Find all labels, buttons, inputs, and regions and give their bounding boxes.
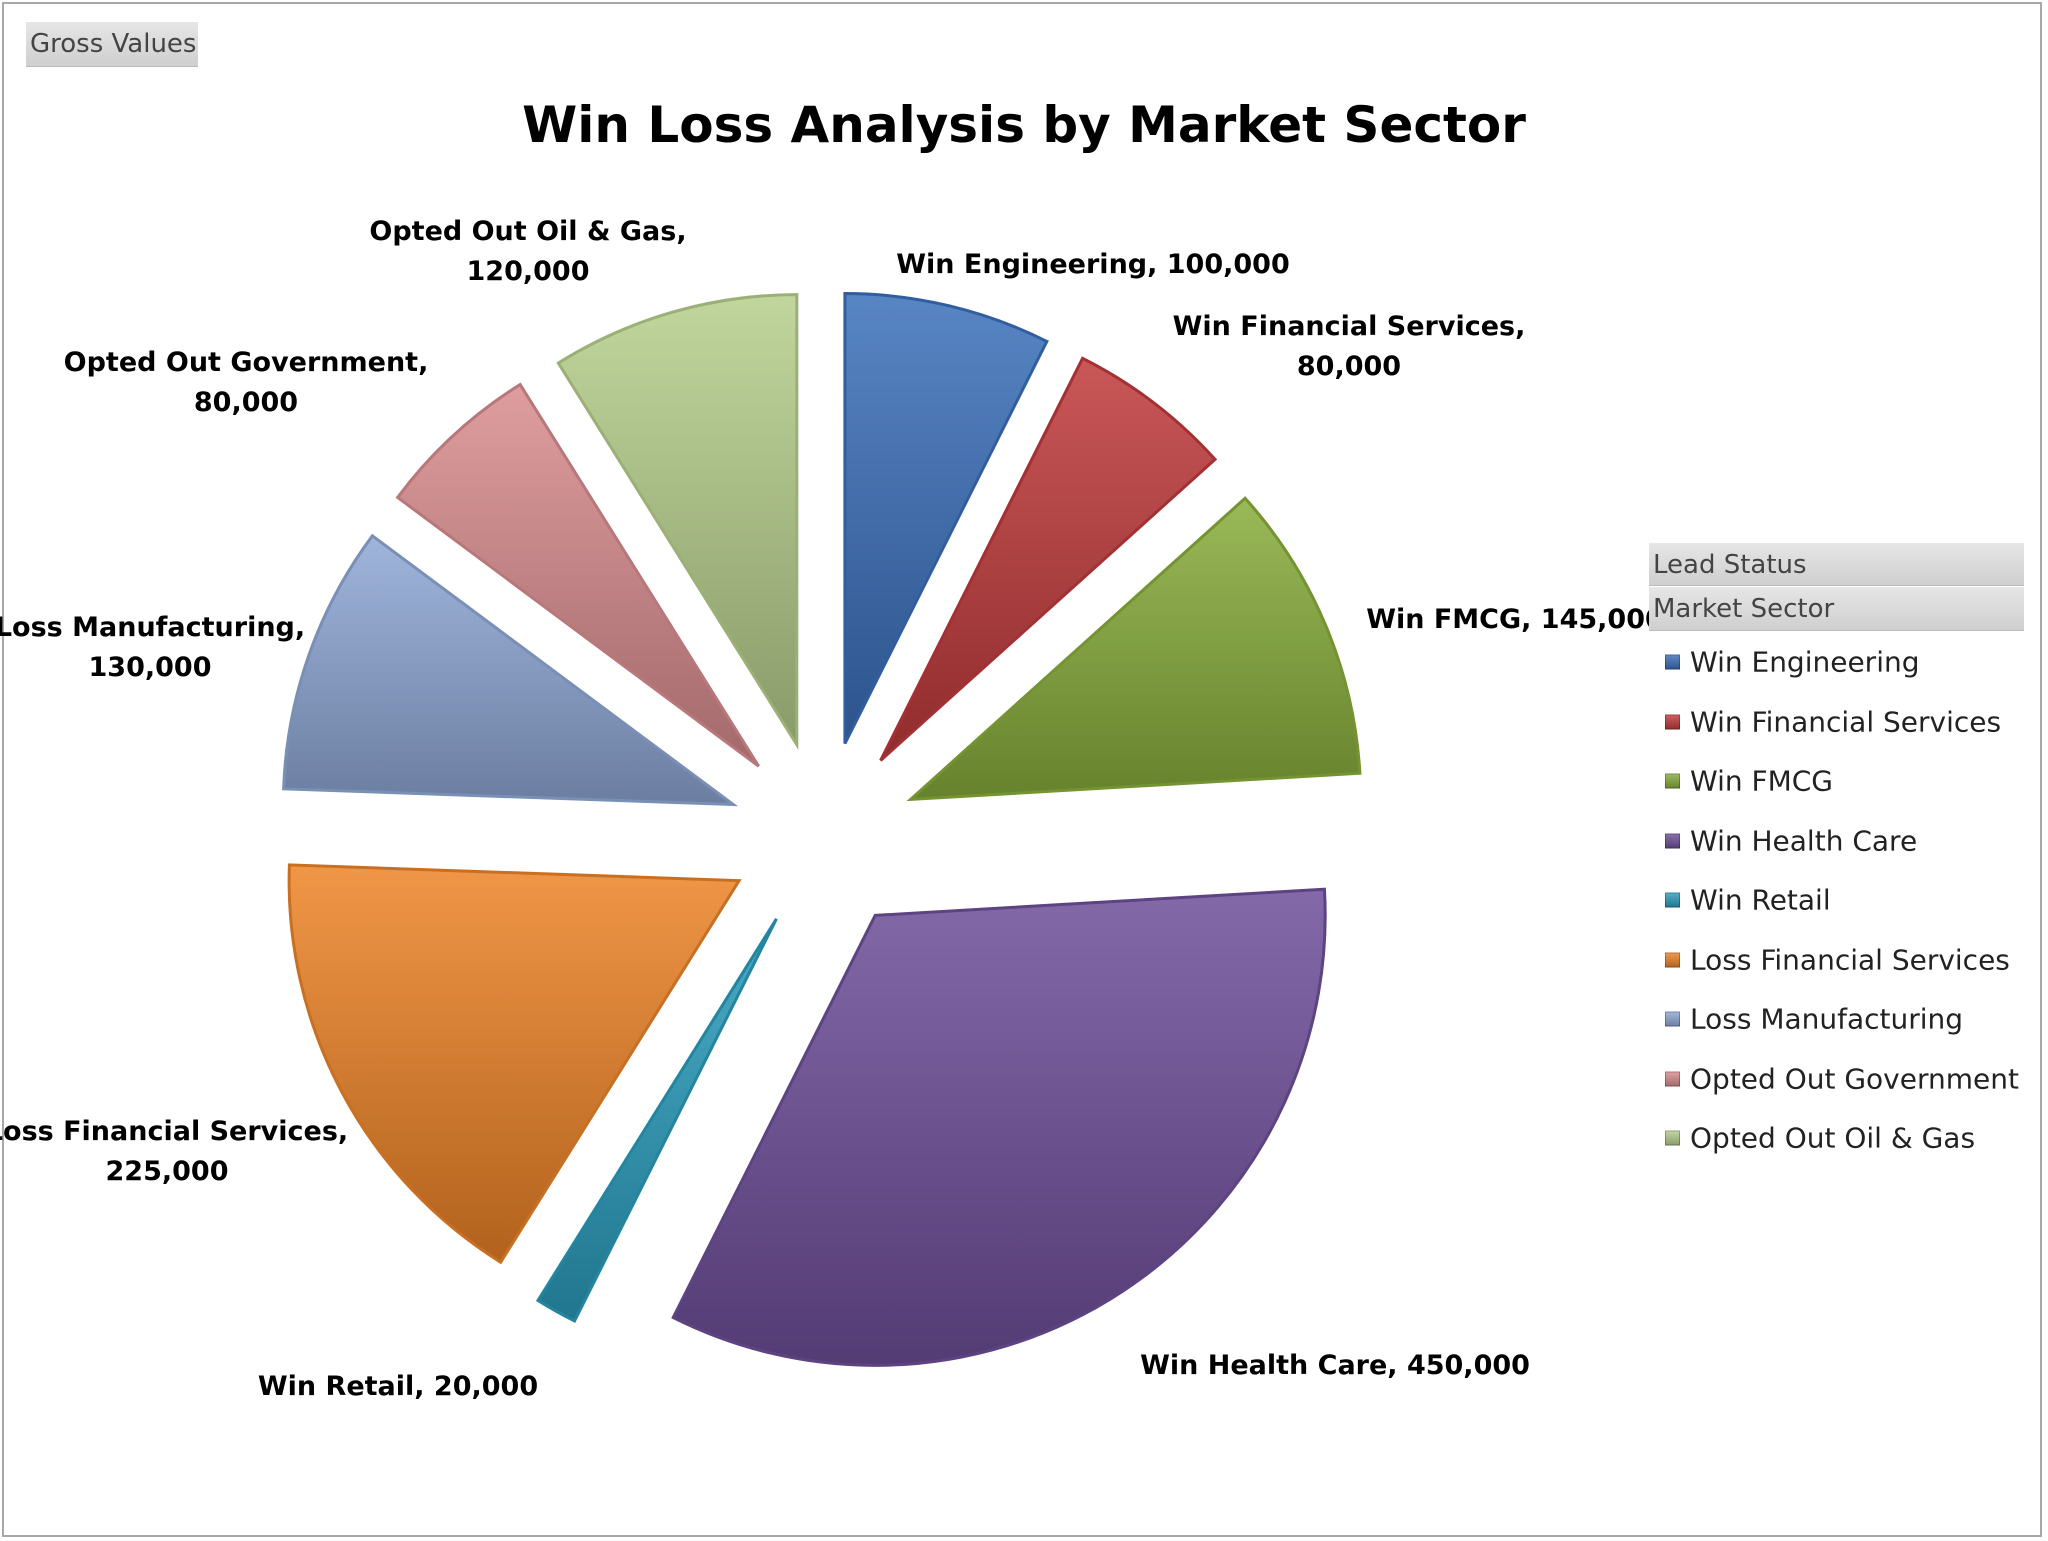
lead-status-field-button[interactable]: Lead Status [1649, 543, 2024, 586]
data-label: Win Financial Services, 80,000 [1172, 311, 1526, 382]
data-label: Opted Out Government, 80,000 [63, 347, 429, 418]
legend-swatch [1665, 952, 1680, 967]
data-label: Win Retail, 20,000 [257, 1371, 539, 1402]
pie-slice-loss-financial-services[interactable] [287, 863, 742, 1265]
legend-label: Win Financial Services [1690, 705, 2002, 738]
legend-swatch [1665, 833, 1680, 848]
market-sector-field-button[interactable]: Market Sector [1649, 587, 2024, 631]
data-label: Win FMCG, 145,000 [1366, 604, 1664, 635]
legend-label: Win FMCG [1690, 764, 1834, 798]
legend-label: Opted Out Government [1690, 1062, 2019, 1095]
legend-label: Loss Financial Services [1690, 943, 2010, 976]
data-label: Loss Financial Services, 225,000 [0, 1116, 349, 1187]
legend-swatch [1665, 773, 1680, 789]
legend-swatch [1665, 714, 1680, 729]
legend-label: Win Retail [1690, 883, 1831, 917]
legend-item[interactable]: Loss Financial Services [1665, 943, 2010, 976]
legend-swatch [1665, 1130, 1680, 1146]
data-label: Opted Out Oil & Gas, 120,000 [369, 216, 687, 287]
legend-item[interactable]: Opted Out Government [1665, 1062, 2019, 1095]
legend-item[interactable]: Loss Manufacturing [1665, 1003, 1963, 1036]
legend-item[interactable]: Win FMCG [1665, 765, 1833, 798]
legend-label: Win Engineering [1690, 645, 1920, 679]
legend-item[interactable]: Win Financial Services [1665, 705, 2001, 738]
pie-slice-win-health-care[interactable] [671, 887, 1327, 1367]
legend-swatch [1665, 1071, 1680, 1086]
legend-item[interactable]: Win Health Care [1665, 824, 1917, 857]
legend-item[interactable]: Win Engineering [1665, 646, 1920, 679]
legend-swatch [1665, 1011, 1680, 1027]
legend-item[interactable]: Win Retail [1665, 884, 1831, 917]
legend-label: Win Health Care [1690, 824, 1918, 857]
data-label: Win Health Care, 450,000 [1140, 1350, 1530, 1381]
legend-swatch [1665, 892, 1680, 908]
legend-label: Opted Out Oil & Gas [1690, 1121, 1976, 1155]
legend-label: Loss Manufacturing [1690, 1002, 1964, 1036]
data-label: Win Engineering, 100,000 [896, 249, 1290, 280]
legend-swatch [1665, 654, 1680, 670]
legend-item[interactable]: Opted Out Oil & Gas [1665, 1122, 1975, 1155]
data-label: Loss Manufacturing, 130,000 [0, 612, 306, 683]
